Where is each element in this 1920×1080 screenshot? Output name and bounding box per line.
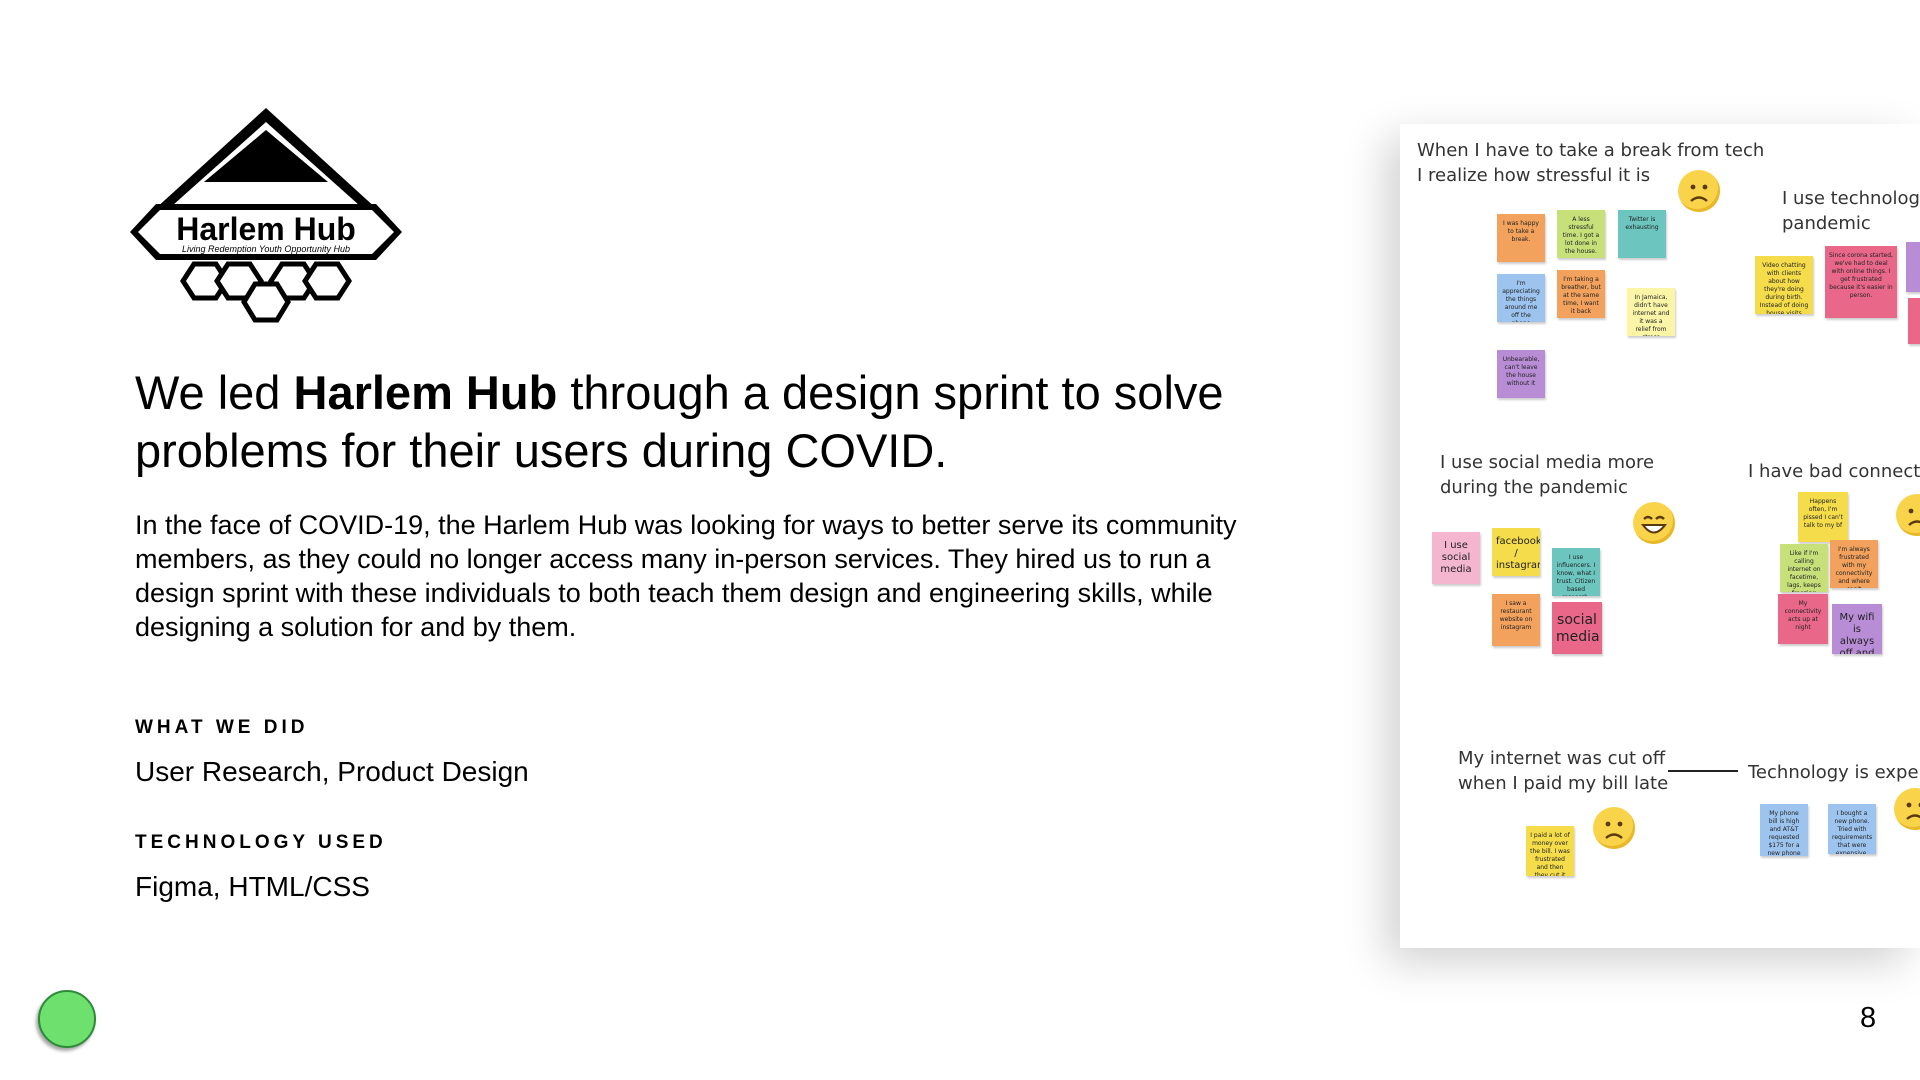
cluster-title-technology-expensive: Technology is expens: [1748, 760, 1920, 785]
sticky-note: [1906, 242, 1920, 292]
cluster-title-line: I use social media more: [1440, 452, 1655, 473]
cluster-title-line: pandemic: [1782, 213, 1871, 234]
cluster-title-internet-cut-off: My internet was cut off when I paid my b…: [1458, 746, 1668, 796]
cluster-title-line: when I paid my bill late: [1458, 773, 1669, 794]
affinity-board: When I have to take a break from tech I …: [1400, 124, 1920, 948]
cluster-title-line: Technology is expens: [1748, 762, 1920, 783]
cluster-title-social-media: I use social media more during the pande…: [1440, 450, 1654, 500]
technology-used-value: Figma, HTML/CSS: [135, 871, 370, 902]
logo-tagline: Living Redemption Youth Opportunity Hub: [182, 244, 350, 254]
sticky-note: facebook / instagram: [1492, 528, 1540, 576]
sticky-note: I'm taking a breather, but at the same t…: [1557, 270, 1605, 318]
sticky-note: I use social media: [1432, 532, 1480, 584]
sticky-note: I saw a restaurant website on instagram: [1492, 594, 1540, 646]
cluster-title-line: I realize how stressful it is: [1417, 165, 1651, 186]
sad-face-icon: [1593, 807, 1635, 849]
sticky-note: I bought a new phone. Tried with require…: [1828, 804, 1876, 854]
sticky-note: Unbearable, can't leave the house withou…: [1497, 350, 1545, 398]
sad-face-icon: [1678, 170, 1720, 212]
sad-face-icon: [1894, 788, 1920, 830]
logo-wordmark: Harlem Hub: [176, 211, 356, 247]
presenter-indicator-dot[interactable]: [38, 990, 96, 1048]
cluster-title-line: during the pandemic: [1440, 477, 1628, 498]
sticky-note: I was happy to take a break.: [1497, 214, 1545, 262]
headline: We led Harlem Hub through a design sprin…: [135, 364, 1295, 480]
sticky-note: I use influencers. I know, what I trust.…: [1552, 548, 1600, 596]
sticky-note: My phone bill is high and AT&T requested…: [1760, 804, 1808, 856]
cluster-title-line: My internet was cut off: [1458, 748, 1666, 769]
sticky-note: Since corona started, we've had to deal …: [1825, 246, 1897, 318]
sticky-note: [1908, 298, 1920, 344]
sticky-note: My connectivity acts up at night: [1778, 594, 1828, 644]
sad-face-icon: [1896, 494, 1920, 536]
sticky-note: I'm appreciating the things around me of…: [1497, 274, 1545, 322]
headline-brand: Harlem Hub: [293, 366, 558, 419]
grinning-face-icon: [1633, 502, 1675, 544]
sticky-note: In Jamaica, didn't have internet and it …: [1627, 288, 1675, 336]
sticky-note: Video chatting with clients about how th…: [1755, 256, 1813, 314]
connector-line: [1668, 770, 1738, 772]
cluster-title-bad-connectivity: I have bad connectiv: [1748, 459, 1920, 484]
harlem-hub-logo: Harlem Hub Living Redemption Youth Oppor…: [128, 104, 404, 326]
cluster-title-line: I have bad connectiv: [1748, 461, 1920, 482]
sticky-note: My wifi is always off and on: [1832, 604, 1882, 654]
cluster-title-line: I use technology: [1782, 188, 1920, 209]
sticky-note: A less stressful time. I got a lot done …: [1557, 210, 1605, 258]
sticky-note: I'm always frustrated with my connectivi…: [1830, 540, 1878, 588]
technology-used-label: TECHNOLOGY USED: [135, 832, 387, 853]
sticky-note: social media: [1552, 602, 1602, 654]
what-we-did-label: WHAT WE DID: [135, 717, 309, 738]
page-number: 8: [1860, 1002, 1877, 1034]
sticky-note: Twitter is exhausting: [1618, 210, 1666, 258]
what-we-did-value: User Research, Product Design: [135, 756, 529, 787]
sticky-note: Happens often, I'm pissed I can't talk t…: [1798, 492, 1848, 542]
sticky-note: Like if I'm calling internet on facetime…: [1780, 544, 1828, 592]
cluster-title-line: When I have to take a break from tech: [1417, 140, 1765, 161]
sticky-note: I paid a lot of money over the bill. I w…: [1526, 826, 1574, 876]
cluster-title-technology-pandemic: I use technology pandemic: [1782, 186, 1920, 236]
project-description: In the face of COVID-19, the Harlem Hub …: [135, 510, 1237, 642]
headline-prefix: We led: [135, 366, 294, 419]
